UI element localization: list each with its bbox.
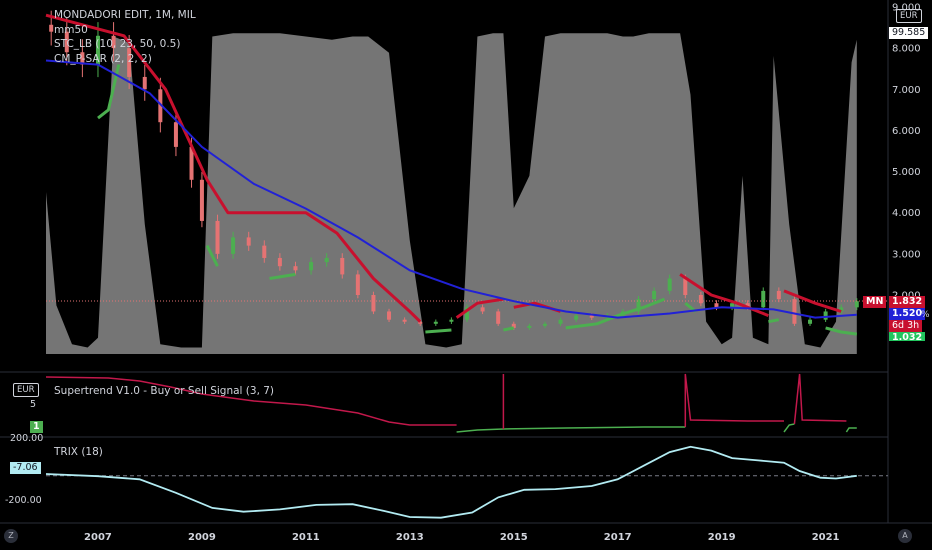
sar-value-tag: 1.032: [889, 332, 926, 341]
time-tick-label: 2019: [708, 532, 736, 543]
candle-body: [277, 257, 282, 267]
countdown-tag: 6d 3h: [889, 320, 923, 332]
price-tick-label: 6.000: [892, 126, 921, 137]
candle-body: [309, 262, 314, 271]
legend-stc[interactable]: STC_LB (10, 23, 50, 0.5): [54, 37, 196, 52]
candle-body: [527, 325, 532, 328]
candle-body: [558, 319, 563, 324]
candle-body: [808, 319, 813, 324]
last-price-tag: 1.832: [889, 296, 926, 308]
candle-body: [387, 311, 392, 320]
candle-body: [496, 311, 501, 324]
trix-legend[interactable]: TRIX (18): [54, 446, 103, 458]
time-tick-label: 2007: [84, 532, 112, 543]
candle-body: [246, 237, 251, 246]
candle-body: [340, 257, 345, 275]
auto-scale-button[interactable]: A: [898, 529, 912, 543]
stc-value-tag: 99.585: [889, 27, 929, 39]
candle-body: [714, 303, 719, 308]
symbol-title[interactable]: MONDADORI EDIT, 1M, MIL: [54, 8, 196, 23]
legend-psar[interactable]: CM_P-SAR (2, 2, 2): [54, 52, 196, 67]
price-tick-label: 8.000: [892, 44, 921, 55]
trix-value-tag: -7.06: [10, 462, 41, 474]
supertrend-legend[interactable]: Supertrend V1.0 - Buy or Sell Signal (3,…: [54, 385, 274, 397]
time-tick-label: 2017: [604, 532, 632, 543]
candle-body: [293, 266, 298, 271]
supertrend-tick-5: 5: [30, 399, 37, 410]
price-tick-label: 4.000: [892, 208, 921, 219]
candle-body: [698, 295, 703, 304]
time-tick-label: 2015: [500, 532, 528, 543]
candle-body: [402, 319, 407, 322]
psar-buy-segment: [768, 318, 780, 324]
time-tick-label: 2011: [292, 532, 320, 543]
price-tick-label: 7.000: [892, 85, 921, 96]
psar-buy-segment: [425, 328, 452, 334]
candle-body: [761, 290, 766, 308]
pct-sign: %: [921, 310, 930, 320]
supertrend-scale-label[interactable]: EUR: [13, 383, 39, 397]
candle-body: [589, 315, 594, 318]
candle-body: [480, 307, 485, 312]
supertrend-value-tag: 1: [30, 421, 43, 433]
candle-body: [823, 311, 828, 320]
mn-label: MN: [863, 296, 887, 308]
candle-body: [371, 295, 376, 312]
timezone-button[interactable]: Z: [4, 529, 18, 543]
candle-body: [574, 315, 579, 320]
candle-body: [215, 220, 220, 254]
candle-body: [683, 278, 688, 295]
candle-body: [173, 122, 178, 147]
candle-body: [231, 237, 236, 254]
currency-label[interactable]: EUR: [896, 9, 922, 23]
candle-body: [142, 76, 147, 90]
candle-body: [449, 319, 454, 322]
price-tick-label: 5.000: [892, 167, 921, 178]
candle-body: [324, 257, 329, 263]
main-legend: MONDADORI EDIT, 1M, MIL mm50 STC_LB (10,…: [54, 8, 196, 66]
candle-body: [542, 323, 547, 326]
candle-body: [49, 24, 54, 32]
time-tick-label: 2013: [396, 532, 424, 543]
candle-body: [262, 245, 267, 258]
candle-body: [776, 290, 781, 300]
trix-tick-top: 200.00: [10, 433, 44, 444]
price-tick-label: 3.000: [892, 249, 921, 260]
candle-body: [652, 290, 657, 300]
ma-value-tag: 1.520: [889, 308, 926, 320]
candle-body: [792, 299, 797, 324]
chart-canvas[interactable]: 9.0008.0007.0006.0005.0004.0003.0002.000…: [0, 0, 932, 550]
candle-body: [199, 179, 204, 221]
time-tick-label: 2009: [188, 532, 216, 543]
candle-body: [667, 278, 672, 291]
psar-buy-segment: [503, 326, 515, 332]
candle-body: [355, 274, 360, 295]
time-tick-label: 2021: [812, 532, 840, 543]
candle-body: [433, 321, 438, 324]
trix-tick-bottom: -200.00: [5, 495, 42, 506]
candle-body: [854, 301, 859, 308]
legend-mm50[interactable]: mm50: [54, 23, 196, 38]
